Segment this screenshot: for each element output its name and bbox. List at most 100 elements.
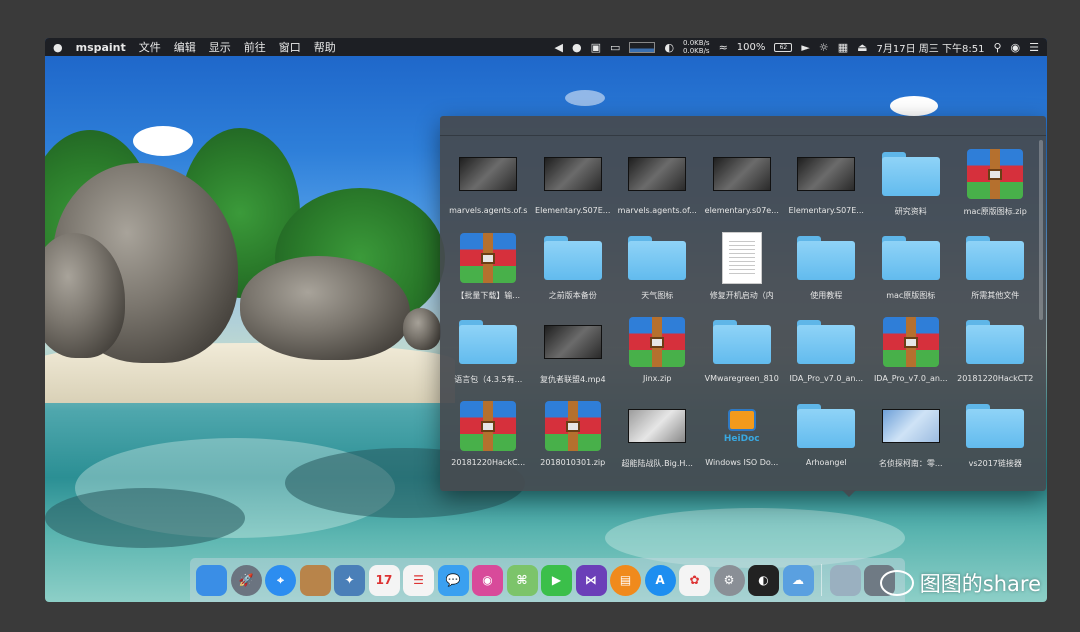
app-menu[interactable]: mspaint xyxy=(76,41,126,54)
siri-icon[interactable]: ◉ xyxy=(1011,42,1021,53)
archive-icon xyxy=(965,148,1025,200)
stack-item[interactable]: Arhoangel xyxy=(784,392,869,476)
video-thumbnail-icon xyxy=(712,148,772,200)
maps-icon[interactable]: ⌘ xyxy=(506,564,538,596)
messages-icon[interactable]: 💬 xyxy=(437,564,469,596)
boulder xyxy=(403,308,441,350)
cast-icon[interactable]: ▭ xyxy=(610,42,620,53)
dock: 🚀 ⌖ ✦ 17 ☰ 💬 ◉ ⌘ ▶ ⋈ ▤ A ✿ ⚙ ◐ ☁ xyxy=(190,558,905,602)
screenshot-icon[interactable]: ▣ xyxy=(591,42,601,53)
folder-icon xyxy=(796,400,856,452)
menu-edit[interactable]: 编辑 xyxy=(174,39,196,55)
moon-icon[interactable]: ◐ xyxy=(664,42,674,53)
heidoc-label: HeiDoc xyxy=(723,433,760,444)
stack-item[interactable]: 使用教程 xyxy=(784,224,869,308)
clock[interactable]: 7月17日 周三 下午8:51 xyxy=(877,40,985,55)
cpu-graph-icon[interactable] xyxy=(629,41,656,53)
stack-item[interactable]: 复仇者联盟4.mp4 xyxy=(531,308,616,392)
battery-icon[interactable]: 62 xyxy=(774,42,793,52)
reminders-icon[interactable]: ☰ xyxy=(403,564,434,596)
stack-scrollbar[interactable] xyxy=(1039,140,1043,320)
menu-view[interactable]: 显示 xyxy=(209,39,231,55)
stack-item[interactable]: 天气图标 xyxy=(615,224,700,308)
stack-item[interactable]: HeiDoc Windows ISO Do... xyxy=(700,392,785,476)
stack-item[interactable]: mac原版图标 xyxy=(869,224,954,308)
menu-go[interactable]: 前往 xyxy=(244,39,266,55)
qq-dock-icon[interactable]: ◐ xyxy=(748,564,779,596)
stack-item[interactable]: Elementary.S07E... xyxy=(531,140,616,224)
qq-icon[interactable]: ● xyxy=(572,42,582,53)
stack-item[interactable]: 名侦探柯南：零... xyxy=(869,392,954,476)
stack-item[interactable]: vs2017链接器 xyxy=(953,392,1038,476)
weather-icon[interactable]: ☁ xyxy=(782,564,814,596)
stack-item-label: 之前版本备份 xyxy=(548,291,597,300)
stack-item[interactable]: 语言包（4.3.5有... xyxy=(446,308,531,392)
stack-item[interactable]: IDA_Pro_v7.0_an... xyxy=(869,308,954,392)
archive-icon xyxy=(458,232,518,284)
stack-item[interactable]: marvels.agents.of... xyxy=(615,140,700,224)
stack-item[interactable]: 20181220HackCT2 xyxy=(953,308,1038,392)
stack-item[interactable]: IDA_Pro_v7.0_an... xyxy=(784,308,869,392)
photos-icon[interactable]: ✿ xyxy=(679,564,710,596)
menu-help[interactable]: 帮助 xyxy=(314,39,336,55)
books-icon[interactable]: ▤ xyxy=(610,564,641,596)
stack-item-label: 天气图标 xyxy=(641,291,674,300)
stack-item[interactable]: 2018010301.zip xyxy=(531,392,616,476)
reef xyxy=(45,488,245,548)
visual-studio-icon[interactable]: ⋈ xyxy=(575,564,607,596)
wifi-icon[interactable]: ≈ xyxy=(719,42,728,53)
archive-icon xyxy=(881,316,941,368)
stack-item-label: mac原版图标 xyxy=(886,291,936,300)
brightness-icon[interactable]: ☼ xyxy=(819,42,829,53)
stack-item-label: 修复开机启动（内 xyxy=(709,291,774,300)
app-store-icon[interactable]: A xyxy=(644,564,676,596)
stack-item[interactable]: VMwaregreen_810 xyxy=(700,308,785,392)
stack-item[interactable]: 修复开机启动（内 xyxy=(700,224,785,308)
notification-center-icon[interactable]: ☰ xyxy=(1029,42,1039,53)
photo-booth-icon[interactable]: ◉ xyxy=(472,564,503,596)
input-method-icon[interactable]: ▦ xyxy=(838,42,848,53)
stack-item[interactable]: 20181220HackC... xyxy=(446,392,531,476)
cloud xyxy=(133,126,193,156)
stack-item-label: 名侦探柯南：零... xyxy=(878,459,943,468)
wechat-icon xyxy=(879,570,914,596)
menu-window[interactable]: 窗口 xyxy=(279,39,301,55)
stack-item-label: Elementary.S07E... xyxy=(535,206,611,215)
stack-item[interactable]: 之前版本备份 xyxy=(531,224,616,308)
downloads-stack-popover: marvels.agents.of.s Elementary.S07E... mar… xyxy=(440,116,1046,491)
menu-file[interactable]: 文件 xyxy=(139,39,161,55)
safari-icon[interactable]: ⌖ xyxy=(265,564,296,596)
stack-item[interactable]: Elementary.S07E... xyxy=(784,140,869,224)
battery-percent[interactable]: 100% xyxy=(737,42,766,53)
eject-icon[interactable]: ⏏ xyxy=(857,42,867,53)
stack-item-label: elementary.s07e... xyxy=(704,206,779,215)
stack-item[interactable]: marvels.agents.of.s xyxy=(446,140,531,224)
video-thumbnail-icon xyxy=(543,148,603,200)
stack-item[interactable]: 所需其他文件 xyxy=(953,224,1038,308)
stack-item[interactable]: mac原版图标.zip xyxy=(953,140,1038,224)
downloads-stack-icon[interactable] xyxy=(829,564,861,596)
back-icon[interactable]: ◀ xyxy=(555,42,563,53)
stack-item[interactable]: 【批量下载】输... xyxy=(446,224,531,308)
facetime-icon[interactable]: ▶ xyxy=(541,564,572,596)
launchpad-icon[interactable]: 🚀 xyxy=(230,564,262,596)
stack-item-label: Windows ISO Do... xyxy=(705,458,779,467)
finder-icon[interactable] xyxy=(196,564,227,596)
stack-item[interactable]: 超能陆战队.Big.H... xyxy=(615,392,700,476)
stack-item[interactable]: 研究资料 xyxy=(869,140,954,224)
stack-item[interactable]: elementary.s07e... xyxy=(700,140,785,224)
cloud xyxy=(890,96,938,116)
volume-icon[interactable]: ► xyxy=(801,42,809,53)
heidoc-icon: HeiDoc xyxy=(712,400,772,452)
apple-icon[interactable]: ● xyxy=(53,42,63,53)
watermark-text: 图图的share xyxy=(919,572,1041,596)
stack-item-label: 2018010301.zip xyxy=(540,458,606,467)
notes-book-icon[interactable] xyxy=(299,564,331,596)
search-icon[interactable]: ⚲ xyxy=(993,42,1001,53)
preview-icon[interactable]: ✦ xyxy=(334,564,365,596)
network-speed[interactable]: 0.0KB/s 0.0KB/s xyxy=(683,39,710,55)
system-preferences-icon[interactable]: ⚙ xyxy=(713,564,745,596)
stack-item[interactable]: Jinx.zip xyxy=(615,308,700,392)
calendar-icon[interactable]: 17 xyxy=(368,564,400,596)
archive-icon xyxy=(458,400,518,452)
